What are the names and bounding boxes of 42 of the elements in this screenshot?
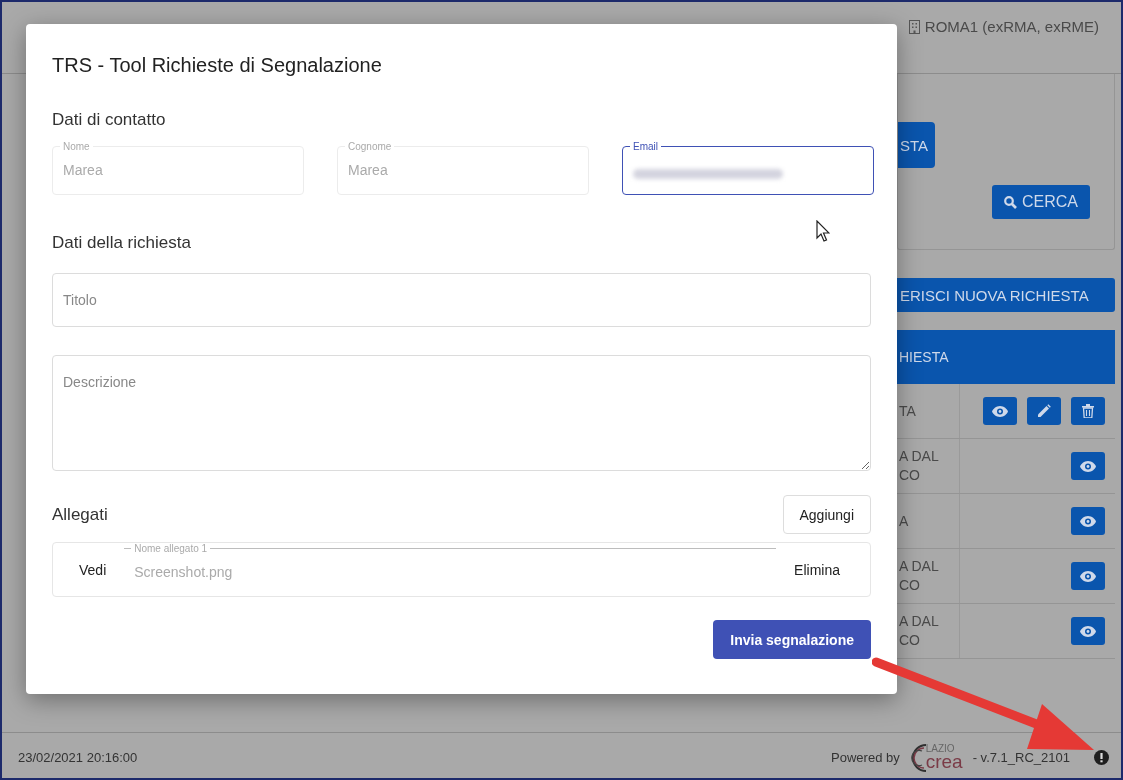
search-icon <box>1004 195 1017 209</box>
field-label: Nome allegato 1 <box>133 542 209 554</box>
dialog-title: TRS - Tool Richieste di Segnalazione <box>52 54 383 77</box>
company-logo: LAZIO crea <box>905 741 963 774</box>
description-field[interactable]: Descrizione <box>52 355 871 471</box>
partial-button[interactable]: STA <box>898 122 936 168</box>
mouse-pointer-icon <box>816 220 830 242</box>
section-heading: Dati della richiesta <box>52 233 192 253</box>
eye-icon <box>1080 570 1096 582</box>
version-text: - v.7.1_RC_2101 <box>972 750 1070 765</box>
search-button[interactable]: CERCA <box>992 185 1090 219</box>
submit-button[interactable]: Invia segnalazione <box>713 620 871 659</box>
field-label: Nome <box>62 141 91 152</box>
eye-icon <box>992 405 1008 417</box>
field-label: Email <box>632 141 659 152</box>
edit-button[interactable] <box>1027 397 1061 425</box>
delete-button[interactable]: Elimina <box>786 555 848 584</box>
eye-icon <box>1080 460 1096 472</box>
view-button[interactable] <box>983 397 1017 425</box>
title-field[interactable]: Titolo <box>52 273 871 327</box>
table-header: HIESTA <box>897 330 1115 384</box>
view-button[interactable] <box>1071 452 1105 480</box>
location-text: ROMA1 (exRMA, exRME) <box>924 18 1099 35</box>
building-icon <box>908 19 920 34</box>
input-field[interactable]: Email <box>622 141 874 195</box>
eye-icon <box>1080 625 1096 637</box>
field-label: Cognome <box>347 141 393 152</box>
view-button[interactable] <box>1071 617 1105 645</box>
date-time: 23/02/2021 20:16:00 <box>18 750 138 765</box>
info-icon[interactable] <box>1094 750 1109 765</box>
pencil-icon <box>1037 404 1051 418</box>
delete-button[interactable] <box>1071 397 1105 425</box>
add-button[interactable]: Aggiungi <box>782 495 871 534</box>
trash-icon <box>1082 404 1094 418</box>
view-button[interactable] <box>1071 562 1105 590</box>
new-request-button[interactable]: ERISCI NUOVA RICHIESTA <box>897 278 1115 312</box>
view-button[interactable] <box>1071 507 1105 535</box>
section-heading: Dati di contatto <box>52 110 167 130</box>
powered-by-text: Powered by <box>831 750 900 765</box>
eye-icon <box>1080 515 1096 527</box>
section-heading: Allegati <box>52 504 108 525</box>
view-button[interactable]: Vedi <box>71 555 115 584</box>
